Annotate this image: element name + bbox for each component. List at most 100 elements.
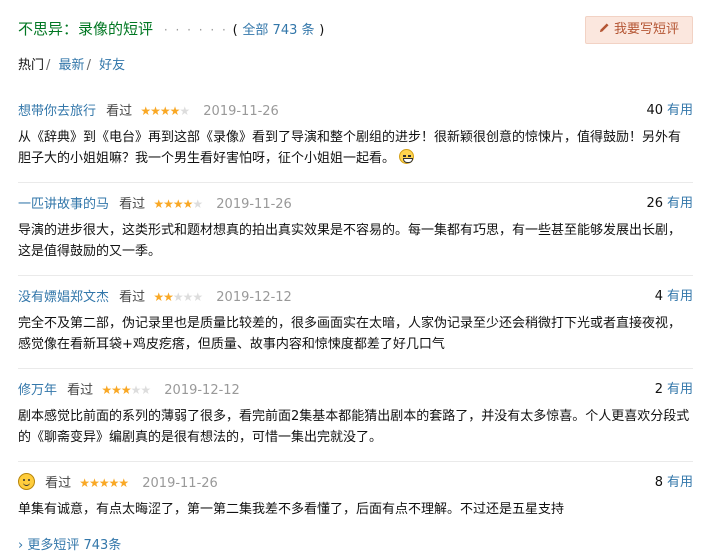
useful-button[interactable]: 有用 [667,382,693,397]
star-filled-icon: ★ [163,197,174,211]
tab-friends[interactable]: 好友 [99,58,125,73]
comment-content: 导演的进步很大，这类形式和题材想真的拍出真实效果是不容易的。每一集都有巧思，有一… [18,223,682,259]
vote-count: 8 [654,475,663,490]
useful-button[interactable]: 有用 [667,289,693,304]
star-empty-icon: ★ [192,290,203,304]
star-filled-icon: ★ [111,383,122,397]
star-filled-icon: ★ [153,290,164,304]
comment-meta: 修万年 看过 ★★★★★ 2019-12-12 2 有用 [18,380,693,400]
comment-date: 2019-12-12 [164,383,240,398]
comment-content: 剧本感觉比前面的系列的薄弱了很多，看完前面2集基本都能猜出剧本的套路了，并没有太… [18,409,690,445]
star-filled-icon: ★ [108,476,120,490]
useful-button[interactable]: 有用 [667,475,693,490]
more-comments-link[interactable]: › 更多短评 743条 [18,534,121,551]
useful-votes: 4 有用 [655,287,693,307]
comment-item: 没有嫖娼郑文杰 看过 ★★★★★ 2019-12-12 4 有用 完全不及第二部，… [18,287,693,369]
comment-date: 2019-11-26 [142,476,218,491]
comments-header: 不思异：录像的短评 · · · · · · ( 全部 743 条 ) 我要写短评 [18,16,693,46]
tab-separator: / [86,58,91,73]
divider [18,182,693,183]
star-empty-icon: ★ [179,104,190,118]
comment-item: 修万年 看过 ★★★★★ 2019-12-12 2 有用 剧本感觉比前面的系列的薄… [18,380,693,462]
divider [18,368,693,369]
star-filled-icon: ★ [98,476,110,490]
all-comments-link[interactable]: 全部 743 条 [242,23,314,38]
star-filled-icon: ★ [118,476,129,490]
star-filled-icon: ★ [140,104,151,118]
tab-latest[interactable]: 最新 [59,58,85,73]
watched-status: 看过 [67,383,94,398]
divider [18,461,693,462]
rating-stars: ★★★★★ [153,287,203,307]
vote-count: 40 [646,103,663,118]
vote-count: 26 [646,196,663,211]
watched-status: 看过 [106,104,133,119]
comment-content: 单集有诚意，有点太晦涩了，第一第二集我差不多看懂了，后面有点不理解。不过还是五星… [18,502,565,517]
rating-stars: ★★★★★ [140,101,190,121]
star-empty-icon: ★ [140,383,151,397]
comment-date: 2019-11-26 [203,104,279,119]
comment-text: 从《辞典》到《电台》再到这部《录像》看到了导演和整个剧组的进步！很新颖很创意的惊… [18,130,682,166]
comment-author[interactable]: 想带你去旅行 [18,104,96,119]
useful-votes: 40 有用 [646,101,693,121]
tab-hot[interactable]: 热门 [18,58,44,73]
star-filled-icon: ★ [150,104,161,118]
comment-meta: 看过 ★★★★★ 2019-11-26 8 有用 [18,473,693,493]
star-empty-icon: ★ [192,197,203,211]
comment-content: 从《辞典》到《电台》再到这部《录像》看到了导演和整个剧组的进步！很新颖很创意的惊… [18,127,693,169]
title-dots: · · · · · · [163,23,228,37]
star-filled-icon: ★ [169,104,181,118]
star-filled-icon: ★ [120,383,132,397]
title-prefix: 不思异： [18,20,79,38]
comment-author[interactable]: 修万年 [18,383,57,398]
useful-votes: 2 有用 [655,380,693,400]
rating-stars: ★★★★★ [153,194,203,214]
comment-author[interactable]: 没有嫖娼郑文杰 [18,290,109,305]
write-review-button[interactable]: 我要写短评 [585,16,693,44]
star-empty-icon: ★ [182,290,194,304]
paren-close: ) [319,23,325,38]
star-filled-icon: ★ [89,476,100,490]
star-filled-icon: ★ [182,197,194,211]
watched-status: 看过 [119,290,146,305]
write-review-label: 我要写短评 [613,22,679,37]
tab-separator: / [46,58,51,73]
comment-meta: 想带你去旅行 看过 ★★★★★ 2019-11-26 40 有用 [18,101,693,121]
rating-stars: ★★★★★ [79,473,129,493]
section-title: 不思异：录像的短评 · · · · · · ( 全部 743 条 ) [18,18,324,39]
comment-meta: 一匹讲故事的马 看过 ★★★★★ 2019-11-26 26 有用 [18,194,693,214]
paren-open: ( [232,23,238,38]
comment-item: 一匹讲故事的马 看过 ★★★★★ 2019-11-26 26 有用 导演的进步很大… [18,194,693,276]
star-filled-icon: ★ [101,383,112,397]
star-filled-icon: ★ [159,104,171,118]
comment-content: 完全不及第二部，伪记录里也是质量比较差的，很多画面实在太暗，人家伪记录至少还会稍… [18,316,682,352]
star-filled-icon: ★ [172,197,184,211]
star-filled-icon: ★ [163,290,174,304]
comment-date: 2019-12-12 [216,290,292,305]
comment-meta: 没有嫖娼郑文杰 看过 ★★★★★ 2019-12-12 4 有用 [18,287,693,307]
useful-button[interactable]: 有用 [667,103,693,118]
star-empty-icon: ★ [172,290,184,304]
watched-status: 看过 [119,197,146,212]
useful-button[interactable]: 有用 [667,196,693,211]
title-text: 录像的短评 [78,20,154,38]
useful-votes: 8 有用 [655,473,693,493]
vote-count: 4 [654,289,663,304]
chevron-right-icon: › [18,538,24,551]
comment-date: 2019-11-26 [216,197,292,212]
comment-item: 想带你去旅行 看过 ★★★★★ 2019-11-26 40 有用 从《辞典》到《电… [18,101,693,183]
sort-tabs: 热门 / 最新 / 好友 [18,54,125,73]
pencil-icon [599,17,610,43]
smiley-avatar-icon[interactable] [18,473,35,490]
rating-stars: ★★★★★ [101,380,151,400]
more-comments-label: 更多短评 743条 [27,538,122,551]
vote-count: 2 [654,382,663,397]
useful-votes: 26 有用 [646,194,693,214]
star-empty-icon: ★ [130,383,142,397]
star-filled-icon: ★ [153,197,164,211]
comment-item: 看过 ★★★★★ 2019-11-26 8 有用 单集有诚意，有点太晦涩了，第一第… [18,473,693,520]
divider [18,275,693,276]
comment-author[interactable]: 一匹讲故事的马 [18,197,109,212]
watched-status: 看过 [45,476,72,491]
grinning-emoji-icon [399,149,415,164]
